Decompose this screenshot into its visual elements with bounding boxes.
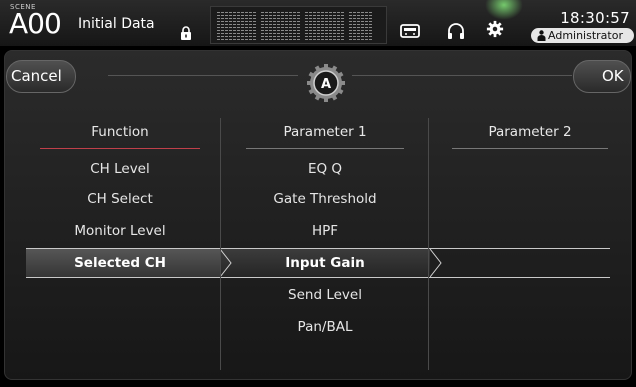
parameter1-item-pan-bal[interactable]: Pan/BAL	[226, 316, 424, 338]
gear-icon[interactable]	[485, 20, 505, 38]
level-meter	[237, 12, 240, 40]
level-meter	[221, 12, 224, 40]
level-meter	[225, 12, 228, 40]
level-meter	[329, 12, 332, 40]
level-meter	[341, 12, 344, 40]
ok-button[interactable]: OK	[573, 60, 631, 93]
parameter1-item-hpf[interactable]: HPF	[226, 220, 424, 242]
clock: 18:30:57	[560, 9, 630, 27]
lock-icon	[181, 26, 191, 40]
parameter1-column-header: Parameter 1	[283, 124, 367, 140]
level-meter	[289, 12, 292, 40]
level-meter	[313, 12, 316, 40]
user-defined-knob-icon: A	[307, 64, 345, 102]
parameter2-header-underline	[452, 148, 608, 149]
parameter1-item-gate-threshold[interactable]: Gate Threshold	[226, 188, 424, 210]
level-meter	[309, 12, 312, 40]
level-meters[interactable]	[210, 6, 387, 44]
level-meter	[325, 12, 328, 40]
mode-letter: A	[321, 77, 331, 92]
level-meter	[297, 12, 300, 40]
function-item-ch-level[interactable]: CH Level	[30, 158, 210, 180]
user-name: Administrator	[548, 29, 623, 42]
level-meter	[281, 12, 284, 40]
function-header-underline	[40, 148, 200, 149]
header-divider-left	[108, 75, 298, 76]
level-meter	[245, 12, 248, 40]
level-meter	[241, 12, 244, 40]
level-meter	[353, 12, 356, 40]
function-item-ch-select[interactable]: CH Select	[30, 188, 210, 210]
scene-name[interactable]: Initial Data	[78, 16, 155, 32]
parameter1-item-input-gain[interactable]: Input Gain	[226, 252, 424, 274]
recorder-icon[interactable]	[400, 22, 420, 40]
parameter1-item-eq-q[interactable]: EQ Q	[226, 158, 424, 180]
parameter2-column-header: Parameter 2	[488, 124, 572, 140]
parameter1-item-send-level[interactable]: Send Level	[226, 284, 424, 306]
cancel-button[interactable]: Cancel	[6, 60, 76, 93]
setup-indicator-glow	[485, 0, 523, 20]
level-meter	[261, 12, 264, 40]
header-divider-right	[352, 75, 572, 76]
level-meter	[333, 12, 336, 40]
level-meter	[369, 12, 372, 40]
level-meter	[365, 12, 368, 40]
chevron-right-icon	[430, 249, 442, 277]
level-meter	[277, 12, 280, 40]
function-column-header: Function	[91, 124, 149, 140]
level-meter	[305, 12, 308, 40]
level-meter	[269, 12, 272, 40]
level-meter	[285, 12, 288, 40]
level-meter	[273, 12, 276, 40]
level-meter	[317, 12, 320, 40]
parameter1-header-underline	[246, 148, 404, 149]
level-meter	[253, 12, 256, 40]
level-meter	[349, 12, 352, 40]
column-divider	[220, 118, 221, 370]
scene-number[interactable]: A00	[9, 8, 62, 40]
level-meter	[265, 12, 268, 40]
level-meter	[337, 12, 340, 40]
level-meter	[293, 12, 296, 40]
level-meter	[357, 12, 360, 40]
level-meter	[361, 12, 364, 40]
level-meter	[217, 12, 220, 40]
function-item-selected-ch[interactable]: Selected CH	[30, 252, 210, 274]
level-meter	[321, 12, 324, 40]
level-meter	[249, 12, 252, 40]
user-icon	[537, 30, 546, 41]
user-badge[interactable]: Administrator	[531, 28, 634, 43]
column-divider	[428, 118, 429, 370]
level-meter	[233, 12, 236, 40]
status-bar: SCENE A00 Initial Data 18:30:57 Administ…	[0, 0, 636, 46]
headphones-icon[interactable]	[446, 22, 466, 40]
level-meter	[229, 12, 232, 40]
function-item-monitor-level[interactable]: Monitor Level	[30, 220, 210, 242]
